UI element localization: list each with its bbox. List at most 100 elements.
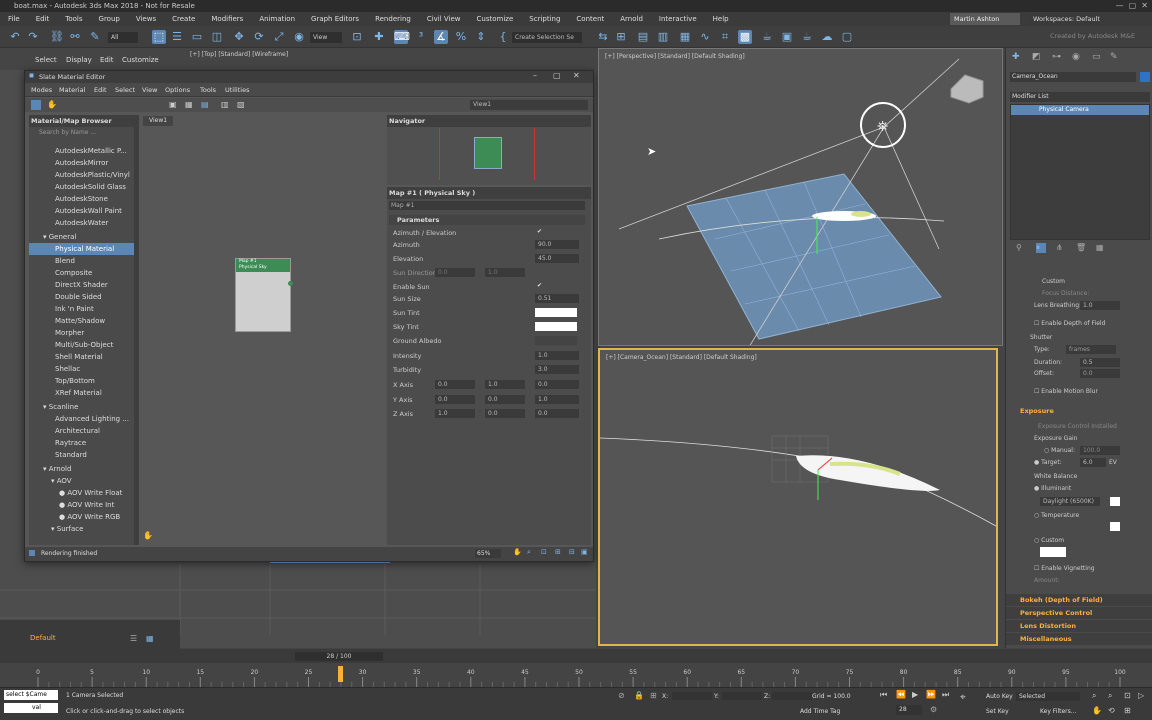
render-in-cloud-icon[interactable]: ☁ xyxy=(820,30,834,44)
mirror-icon[interactable]: ⇆ xyxy=(596,30,610,44)
select-object-icon[interactable]: ⬚ xyxy=(152,30,166,44)
custom-wb-radio[interactable]: ○ Custom xyxy=(1034,537,1064,544)
z-axis-y-spinner[interactable]: 0.0 xyxy=(485,409,525,418)
temperature-radio[interactable]: ○ Temperature xyxy=(1034,512,1079,519)
miscellaneous-rollout[interactable]: Miscellaneous xyxy=(1006,633,1152,645)
slate-material-id-icon[interactable]: ▧ xyxy=(237,100,245,109)
enable-dof-checkbox[interactable]: ☐ Enable Depth of Field xyxy=(1034,320,1105,327)
set-key-button[interactable]: Set Key xyxy=(986,708,1009,715)
pan-to-selected-icon[interactable]: ▣ xyxy=(581,548,588,556)
go-to-start-icon[interactable]: ⏮ xyxy=(880,690,887,700)
slate-menu-utilities[interactable]: Utilities xyxy=(225,86,249,94)
browser-item-autodesk-wall-paint[interactable]: AutodeskWall Paint xyxy=(29,205,134,217)
zoom-icon[interactable]: ⌕ xyxy=(1092,691,1096,701)
previous-frame-icon[interactable]: ⏪ xyxy=(896,690,906,699)
browser-item-autodesk-mirror[interactable]: AutodeskMirror xyxy=(29,157,134,169)
sky-tint-swatch[interactable] xyxy=(535,322,577,331)
shutter-type-dropdown[interactable]: frames xyxy=(1066,345,1116,354)
move-icon[interactable]: ✥ xyxy=(232,30,246,44)
material-editor-icon[interactable]: ▩ xyxy=(738,30,752,44)
browser-item-autodesk-stone[interactable]: AutodeskStone xyxy=(29,193,134,205)
x-coord-field[interactable] xyxy=(672,692,712,700)
target-ev-spinner[interactable]: 6.0 xyxy=(1080,458,1106,467)
ground-albedo-swatch[interactable] xyxy=(535,336,577,345)
browser-item-standard[interactable]: Standard xyxy=(29,449,134,461)
scene-explorer-icon[interactable]: ▤ xyxy=(636,30,650,44)
browser-item-double-sided[interactable]: Double Sided xyxy=(29,291,134,303)
menu-help[interactable]: Help xyxy=(705,12,737,26)
duration-spinner[interactable]: 0.5 xyxy=(1080,358,1120,367)
go-to-end-icon[interactable]: ⏭ xyxy=(942,690,949,700)
slate-minimize-icon[interactable]: – xyxy=(533,71,537,80)
browser-group-general[interactable]: ▾ General xyxy=(29,231,134,243)
layer-settings-icon[interactable]: ☰ xyxy=(130,634,137,643)
y-axis-z-spinner[interactable]: 1.0 xyxy=(535,395,579,404)
absolute-mode-icon[interactable]: ⊞ xyxy=(650,691,657,700)
browser-item-composite[interactable]: Composite xyxy=(29,267,134,279)
slate-layout-children-icon[interactable]: ▥ xyxy=(221,100,229,109)
scale-icon[interactable]: ⤢ xyxy=(272,30,286,44)
menu-content[interactable]: Content xyxy=(568,12,612,26)
select-by-name-icon[interactable]: ☰ xyxy=(170,30,184,44)
menu-interactive[interactable]: Interactive xyxy=(651,12,705,26)
browser-item-top-bottom[interactable]: Top/Bottom xyxy=(29,375,134,387)
illuminant-dropdown[interactable]: Daylight (6500K) xyxy=(1040,497,1100,506)
pan-icon[interactable]: ✋ xyxy=(1092,706,1102,715)
named-selection-set-dropdown[interactable]: Create Selection Se xyxy=(512,32,582,43)
temperature-color-swatch[interactable] xyxy=(1110,522,1120,531)
top-viewport-label[interactable]: [+] [Top] [Standard] [Wireframe] xyxy=(190,51,288,58)
manual-iso-spinner[interactable]: 100.0 xyxy=(1080,446,1120,455)
browser-item-autodesk-solid-glass[interactable]: AutodeskSolid Glass xyxy=(29,181,134,193)
sun-direction-b-spinner[interactable]: 1.0 xyxy=(485,268,525,277)
manual-radio[interactable]: ○ Manual: xyxy=(1044,447,1075,454)
browser-item-physical-material[interactable]: Physical Material xyxy=(29,243,134,255)
slate-menu-options[interactable]: Options xyxy=(165,86,190,94)
auto-key-button[interactable]: Auto Key xyxy=(986,693,1013,700)
isolate-selection-icon[interactable]: ⊘ xyxy=(618,691,625,700)
create-tab-icon[interactable]: ✚ xyxy=(1012,52,1020,62)
sun-direction-a-spinner[interactable]: 0.0 xyxy=(435,268,475,277)
remove-modifier-icon[interactable]: 🗑 xyxy=(1076,243,1086,252)
browser-item-raytrace[interactable]: Raytrace xyxy=(29,437,134,449)
select-manipulate-icon[interactable]: ✚ xyxy=(372,30,386,44)
key-selection-dropdown[interactable]: Selected xyxy=(1016,692,1080,701)
zoom-extents-icon[interactable]: ⊞ xyxy=(555,548,561,556)
modify-tab-icon[interactable]: ◩ xyxy=(1032,52,1041,62)
display-tab-icon[interactable]: ▭ xyxy=(1092,52,1101,62)
browser-item-directx-shader[interactable]: DirectX Shader xyxy=(29,279,134,291)
object-name-field[interactable]: Camera_Ocean xyxy=(1010,72,1136,82)
ribbon-edit[interactable]: Edit xyxy=(100,56,114,64)
set-key-icon[interactable]: ⌖ xyxy=(960,692,966,703)
play-icon[interactable]: ▶ xyxy=(912,690,918,699)
azimuth-spinner[interactable]: 90.0 xyxy=(535,240,579,249)
time-slider[interactable]: 28 / 100 xyxy=(295,652,383,661)
slate-menu-material[interactable]: Material xyxy=(59,86,85,94)
browser-item-multi-sub-object[interactable]: Multi/Sub-Object xyxy=(29,339,134,351)
slate-show-map-icon[interactable]: ▦ xyxy=(185,100,193,109)
spinner-snap-icon[interactable]: ⇕ xyxy=(474,30,488,44)
browser-group-surface[interactable]: ▾ Surface xyxy=(29,523,134,535)
render-setup-icon[interactable]: ☕ xyxy=(760,30,774,44)
orbit-icon[interactable]: ⟲ xyxy=(1108,706,1115,715)
pin-stack-icon[interactable]: ⚲ xyxy=(1016,243,1022,252)
make-unique-icon[interactable]: ⋔ xyxy=(1056,243,1063,252)
browser-item-aov-write-float[interactable]: ● AOV Write Float xyxy=(29,487,134,499)
x-axis-y-spinner[interactable]: 1.0 xyxy=(485,380,525,389)
browser-group-arnold[interactable]: ▾ Arnold xyxy=(29,463,134,475)
browser-item-xref-material[interactable]: XRef Material xyxy=(29,387,134,399)
menu-views[interactable]: Views xyxy=(128,12,164,26)
menu-modifiers[interactable]: Modifiers xyxy=(203,12,251,26)
pan-view-icon[interactable]: ✋ xyxy=(513,548,522,556)
browser-item-ink-n-paint[interactable]: Ink 'n Paint xyxy=(29,303,134,315)
track-bar[interactable]: 0 5 10 15 20 25 30 35 40 45 50 55 60 65 70 75 80 85 90 95 10… xyxy=(0,663,1152,687)
illuminant-color-swatch[interactable] xyxy=(1110,497,1120,506)
slate-menu-edit[interactable]: Edit xyxy=(94,86,107,94)
default-layer-label[interactable]: Default xyxy=(30,634,56,642)
link-icon[interactable]: ⛓ xyxy=(50,30,64,44)
y-axis-y-spinner[interactable]: 0.0 xyxy=(485,395,525,404)
time-config-icon[interactable]: ⚙ xyxy=(930,705,937,714)
render-production-icon[interactable]: ☕ xyxy=(800,30,814,44)
browser-item-blend[interactable]: Blend xyxy=(29,255,134,267)
map-name-field[interactable]: Map #1 xyxy=(389,201,585,210)
z-coord-field[interactable] xyxy=(772,692,812,700)
